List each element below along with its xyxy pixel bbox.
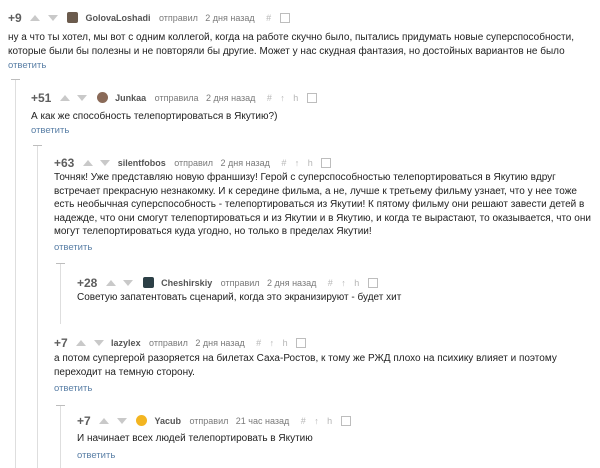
sent-label: отправил: [220, 277, 260, 288]
sent-label: отправил: [149, 337, 188, 348]
reply-link[interactable]: ответить: [31, 125, 69, 136]
comment-rating: +63: [54, 155, 75, 170]
comment-header: +51 Junkaa отправила 2 дня назад # ↑ h: [31, 89, 596, 105]
hash-icon[interactable]: #: [328, 278, 333, 288]
avatar[interactable]: [142, 277, 154, 289]
downvote-arrow-icon[interactable]: [93, 339, 104, 346]
link-icon[interactable]: h: [354, 278, 359, 288]
comment-author[interactable]: lazylex: [111, 338, 141, 348]
comment-time: 2 дня назад: [206, 92, 256, 103]
save-icon[interactable]: [340, 415, 351, 426]
comment-time: 2 дня назад: [205, 12, 255, 23]
comment-author[interactable]: GolovaLoshadi: [86, 13, 151, 23]
upvote-arrow-icon[interactable]: [99, 417, 110, 424]
comment: +7 lazylex отправил 2 дня назад # ↑ h а …: [54, 334, 596, 396]
comment-author[interactable]: Cheshirskiy: [161, 278, 212, 288]
comment-text: И начинает всех людей телепортировать в …: [77, 433, 313, 444]
collapse-toggle[interactable]: [56, 405, 65, 406]
comment-author[interactable]: Junkaa: [115, 93, 146, 103]
hash-icon[interactable]: #: [256, 338, 261, 348]
reply-link[interactable]: ответить: [54, 242, 92, 253]
comment-header: +28 Cheshirskiy отправил 2 дня назад # ↑…: [77, 274, 596, 290]
downvote-arrow-icon[interactable]: [47, 14, 58, 21]
avatar[interactable]: [67, 12, 79, 24]
collapse-toggle[interactable]: [56, 263, 65, 264]
hash-icon[interactable]: #: [267, 93, 272, 103]
comment-text: а потом супергерой разоряется на билетах…: [54, 353, 557, 378]
collapse-toggle[interactable]: [11, 79, 20, 80]
comment-time: 2 дня назад: [220, 157, 270, 168]
comment-time: 2 дня назад: [195, 337, 245, 348]
comment-header: +63 silentfobos отправил 2 дня назад # ↑…: [54, 154, 596, 170]
pin-icon[interactable]: ↑: [314, 416, 319, 426]
sent-label: отправил: [158, 12, 198, 23]
upvote-arrow-icon[interactable]: [105, 279, 116, 286]
hash-icon[interactable]: #: [266, 13, 271, 23]
upvote-arrow-icon[interactable]: [76, 339, 87, 346]
link-icon[interactable]: h: [293, 93, 298, 103]
link-icon[interactable]: h: [327, 416, 332, 426]
upvote-arrow-icon[interactable]: [30, 14, 41, 21]
comment-header: +7 Yacub отправил 21 час назад # ↑ h: [77, 412, 596, 428]
avatar[interactable]: [96, 92, 108, 104]
avatar[interactable]: [136, 415, 148, 427]
link-icon[interactable]: h: [283, 338, 288, 348]
link-icon[interactable]: h: [308, 158, 313, 168]
comment-text: Советую запатентовать сценарий, когда эт…: [77, 292, 402, 303]
pin-icon[interactable]: ↑: [270, 338, 275, 348]
comment-author[interactable]: Yacub: [155, 416, 182, 426]
save-icon[interactable]: [321, 157, 332, 168]
comment: +63 silentfobos отправил 2 дня назад # ↑…: [54, 154, 596, 256]
hash-icon[interactable]: #: [301, 416, 306, 426]
comment-time: 21 час назад: [235, 415, 290, 426]
pin-icon[interactable]: ↑: [341, 278, 346, 288]
comment-rating: +9: [8, 10, 22, 25]
downvote-arrow-icon[interactable]: [123, 279, 134, 286]
comment-rating: +7: [54, 335, 68, 350]
thread-line: [15, 80, 16, 468]
pin-icon[interactable]: ↑: [280, 93, 285, 103]
thread-line: [60, 264, 61, 324]
save-icon[interactable]: [279, 12, 290, 23]
save-icon[interactable]: [367, 277, 378, 288]
comment-rating: +51: [31, 90, 52, 105]
save-icon[interactable]: [296, 337, 307, 348]
comment: +7 Yacub отправил 21 час назад # ↑ h И н…: [77, 412, 596, 464]
comment-text: Точняк! Уже представляю новую франшизу! …: [54, 172, 591, 237]
comment-header: +7 lazylex отправил 2 дня назад # ↑ h: [54, 334, 596, 350]
save-icon[interactable]: [306, 92, 317, 103]
thread-line: [37, 146, 38, 468]
comment: +9 GolovaLoshadi отправил 2 дня назад # …: [8, 9, 596, 75]
downvote-arrow-icon[interactable]: [116, 417, 127, 424]
downvote-arrow-icon[interactable]: [100, 159, 111, 166]
pin-icon[interactable]: ↑: [295, 158, 300, 168]
sent-label: отправила: [154, 92, 199, 103]
sent-label: отправил: [174, 157, 214, 168]
comment-text: А как же способность телепортироваться в…: [31, 111, 278, 122]
comment-rating: +28: [77, 275, 98, 290]
comment-header: +9 GolovaLoshadi отправил 2 дня назад #: [8, 9, 596, 25]
thread-line: [60, 406, 61, 468]
comment: +51 Junkaa отправила 2 дня назад # ↑ h А…: [31, 89, 596, 139]
comment: +28 Cheshirskiy отправил 2 дня назад # ↑…: [77, 274, 596, 318]
reply-link[interactable]: ответить: [77, 450, 115, 461]
upvote-arrow-icon[interactable]: [59, 94, 70, 101]
comment-time: 2 дня назад: [266, 277, 317, 288]
hash-icon[interactable]: #: [281, 158, 286, 168]
downvote-arrow-icon[interactable]: [77, 94, 88, 101]
sent-label: отправил: [189, 415, 229, 426]
comment-rating: +7: [77, 413, 91, 428]
collapse-toggle[interactable]: [33, 145, 42, 146]
reply-link[interactable]: ответить: [54, 383, 92, 394]
upvote-arrow-icon[interactable]: [82, 159, 93, 166]
reply-link[interactable]: ответить: [8, 60, 46, 71]
comment-author[interactable]: silentfobos: [118, 158, 166, 168]
comment-text: ну а что ты хотел, мы вот с одним коллег…: [8, 32, 574, 57]
